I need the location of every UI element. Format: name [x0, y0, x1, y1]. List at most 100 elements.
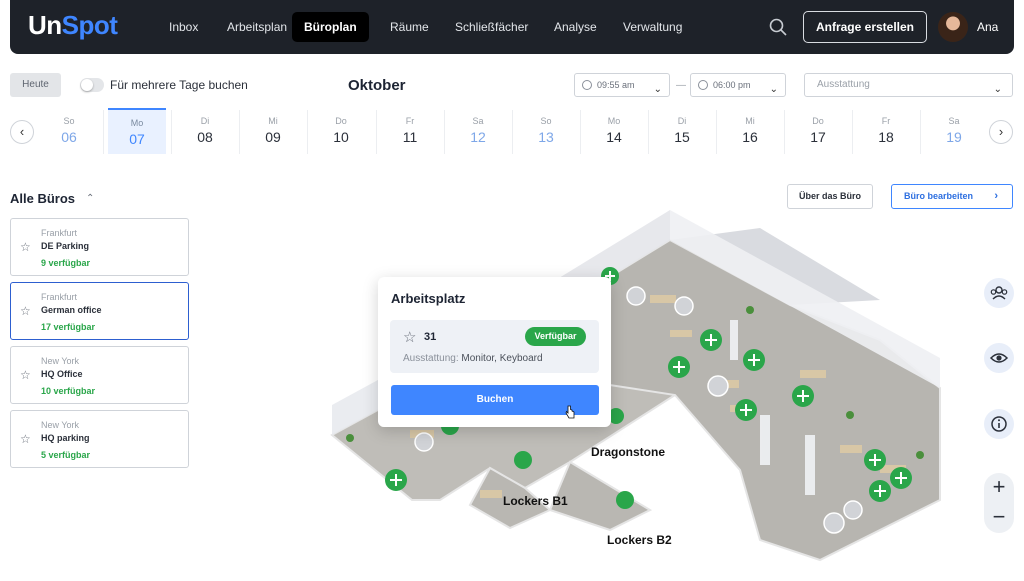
- calendar-divider: [580, 110, 581, 154]
- calendar-day-12[interactable]: Sa 12: [449, 108, 507, 154]
- chevron-right-icon: ›: [994, 190, 998, 202]
- office-card-hq-office[interactable]: ☆ New York HQ Office 10 verfügbar: [10, 346, 189, 404]
- day-date: 13: [538, 129, 554, 145]
- equipment-info: Ausstattung: Monitor, Keyboard: [403, 353, 543, 364]
- create-request-button[interactable]: Anfrage erstellen: [803, 11, 927, 43]
- time-to-select[interactable]: 06:00 pm ⌄: [690, 73, 786, 97]
- zoom-in-button[interactable]: +: [984, 473, 1014, 503]
- about-office-button[interactable]: Über das Büro: [787, 184, 873, 209]
- unspot-logo[interactable]: UnSpot: [28, 10, 118, 41]
- star-icon[interactable]: ☆: [20, 304, 31, 318]
- office-availability: 5 verfügbar: [41, 450, 91, 460]
- office-name: HQ Office: [41, 369, 83, 379]
- day-name: Di: [200, 116, 210, 126]
- day-date: 08: [197, 129, 213, 145]
- nav-inbox[interactable]: Inbox: [157, 12, 210, 42]
- logo-text-un: Un: [28, 10, 62, 40]
- nav-bueroplan[interactable]: Büroplan: [292, 12, 369, 42]
- calendar-divider: [648, 110, 649, 154]
- multi-day-label: Für mehrere Tage buchen: [110, 78, 248, 92]
- office-name: HQ parking: [41, 433, 90, 443]
- calendar-day-17[interactable]: Do 17: [789, 108, 847, 154]
- day-date: 07: [129, 131, 145, 147]
- day-name: Sa: [948, 116, 960, 126]
- day-name: Mo: [607, 116, 621, 126]
- day-date: 09: [265, 129, 281, 145]
- day-name: So: [540, 116, 552, 126]
- nav-analyse[interactable]: Analyse: [542, 12, 609, 42]
- day-name: Fr: [405, 116, 415, 126]
- equipment-select[interactable]: Ausstattung ⌄: [804, 73, 1013, 97]
- room-label-lockers-b2[interactable]: Lockers B2: [607, 533, 672, 547]
- clock-icon: [698, 80, 708, 90]
- calendar-day-19[interactable]: Sa 19: [925, 108, 983, 154]
- office-city: Frankfurt: [41, 228, 78, 238]
- office-card-german-office[interactable]: ☆ Frankfurt German office 17 verfügbar: [10, 282, 189, 340]
- day-name: So: [63, 116, 75, 126]
- star-icon[interactable]: ☆: [403, 328, 416, 346]
- month-title: Oktober: [348, 77, 406, 94]
- day-date: 15: [674, 129, 690, 145]
- offices-title: Alle Büros: [10, 191, 76, 206]
- office-city: New York: [41, 356, 80, 366]
- zoom-out-button[interactable]: −: [984, 503, 1014, 533]
- time-from-select[interactable]: 09:55 am ⌄: [574, 73, 670, 97]
- calendar-divider: [307, 110, 308, 154]
- calendar-day-07[interactable]: Mo 07: [108, 108, 166, 154]
- user-avatar[interactable]: [938, 12, 968, 42]
- day-date: 11: [402, 129, 418, 145]
- next-week-button[interactable]: ›: [989, 120, 1013, 144]
- team-icon[interactable]: [984, 278, 1014, 308]
- eye-icon[interactable]: [984, 343, 1014, 373]
- user-name[interactable]: Ana: [977, 20, 998, 34]
- equipment-placeholder: Ausstattung: [817, 79, 870, 90]
- calendar-day-08[interactable]: Di 08: [176, 108, 234, 154]
- today-button[interactable]: Heute: [10, 73, 61, 97]
- day-date: 16: [742, 129, 758, 145]
- star-icon[interactable]: ☆: [20, 432, 31, 446]
- chevron-up-icon[interactable]: ⌃: [86, 193, 94, 204]
- calendar-day-15[interactable]: Di 15: [653, 108, 711, 154]
- nav-schliessfaecher[interactable]: Schließfächer: [443, 12, 540, 42]
- nav-raeume[interactable]: Räume: [378, 12, 441, 42]
- calendar-day-13[interactable]: So 13: [517, 108, 575, 154]
- day-name: Do: [335, 116, 347, 126]
- equipment-label: Ausstattung:: [403, 353, 459, 364]
- calendar-day-16[interactable]: Mi 16: [721, 108, 779, 154]
- toggle-knob: [81, 79, 93, 91]
- search-icon[interactable]: [768, 17, 788, 37]
- office-card-de-parking[interactable]: ☆ Frankfurt DE Parking 9 verfügbar: [10, 218, 189, 276]
- edit-office-button[interactable]: Büro bearbeiten ›: [891, 184, 1013, 209]
- popup-title: Arbeitsplatz: [391, 291, 466, 306]
- star-icon[interactable]: ☆: [20, 368, 31, 382]
- clock-icon: [582, 80, 592, 90]
- calendar-day-06[interactable]: So 06: [40, 108, 98, 154]
- day-date: 12: [470, 129, 486, 145]
- time-from-value: 09:55 am: [597, 80, 635, 90]
- office-availability: 17 verfügbar: [41, 322, 96, 332]
- calendar-divider: [852, 110, 853, 154]
- day-name: Mi: [268, 116, 278, 126]
- office-card-hq-parking[interactable]: ☆ New York HQ parking 5 verfügbar: [10, 410, 189, 468]
- multi-day-toggle[interactable]: [80, 78, 104, 92]
- room-label-dragonstone[interactable]: Dragonstone: [591, 445, 665, 459]
- office-name: German office: [41, 305, 102, 315]
- calendar-day-09[interactable]: Mi 09: [244, 108, 302, 154]
- star-icon[interactable]: ☆: [20, 240, 31, 254]
- calendar-day-11[interactable]: Fr 11: [381, 108, 439, 154]
- nav-arbeitsplan[interactable]: Arbeitsplan: [215, 12, 299, 42]
- day-name: Mo: [130, 118, 144, 128]
- nav-verwaltung[interactable]: Verwaltung: [611, 12, 694, 42]
- previous-week-button[interactable]: ‹: [10, 120, 34, 144]
- calendar-day-14[interactable]: Mo 14: [585, 108, 643, 154]
- day-name: Fr: [881, 116, 891, 126]
- equipment-value: Monitor, Keyboard: [461, 353, 543, 364]
- info-icon[interactable]: [984, 409, 1014, 439]
- day-date: 06: [61, 129, 77, 145]
- day-date: 17: [810, 129, 826, 145]
- calendar-day-18[interactable]: Fr 18: [857, 108, 915, 154]
- room-label-lockers-b1[interactable]: Lockers B1: [503, 494, 568, 508]
- day-name: Do: [812, 116, 824, 126]
- day-date: 18: [878, 129, 894, 145]
- calendar-day-10[interactable]: Do 10: [312, 108, 370, 154]
